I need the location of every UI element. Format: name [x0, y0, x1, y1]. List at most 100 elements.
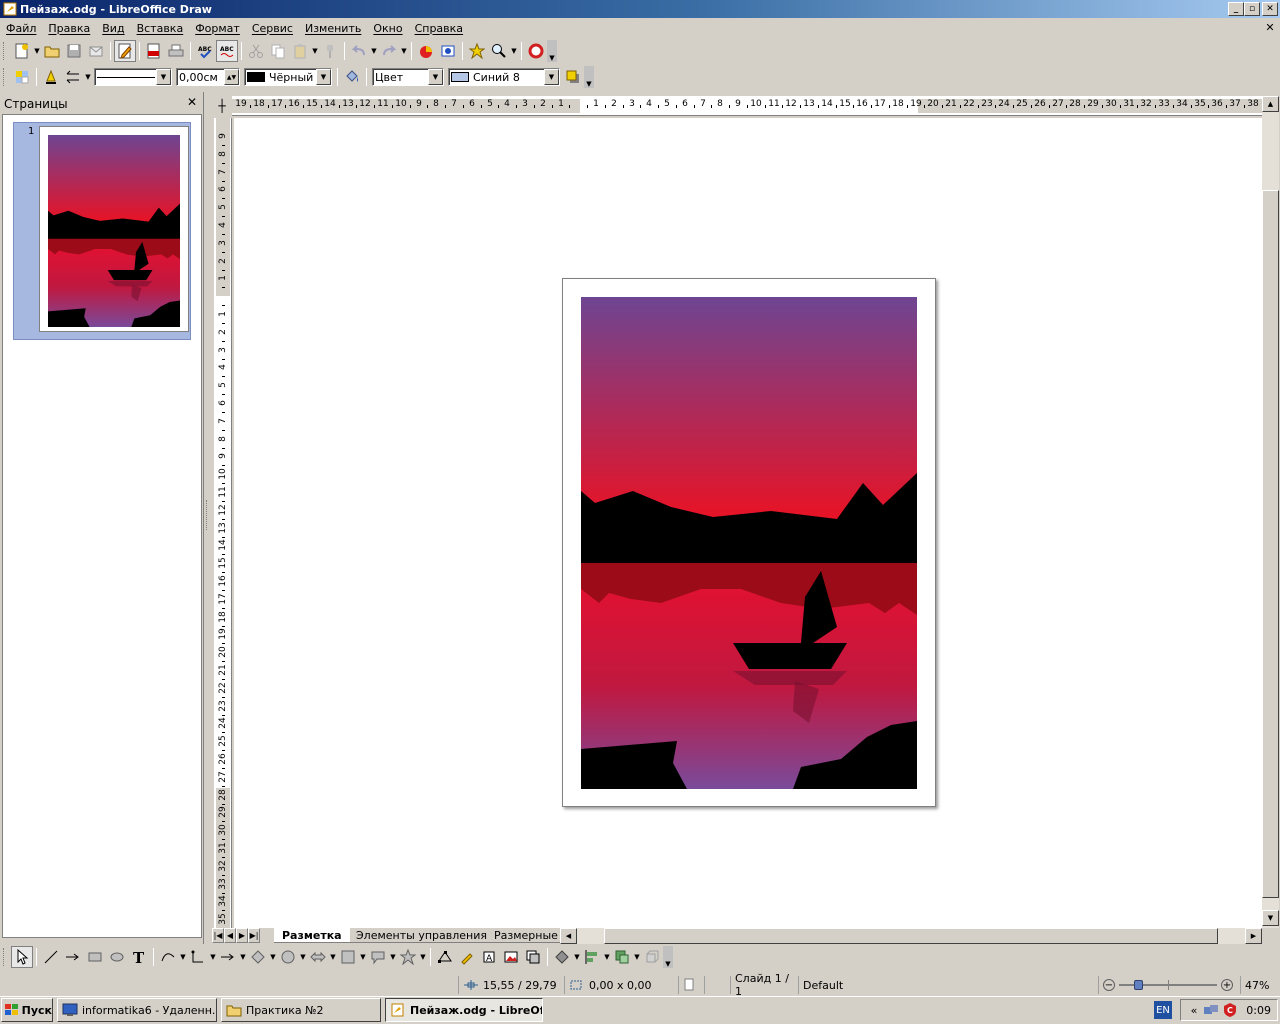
from-file-tool[interactable] [500, 946, 522, 968]
new-document-button[interactable] [11, 40, 33, 62]
callouts-tool[interactable] [367, 946, 389, 968]
gallery-button[interactable] [466, 40, 488, 62]
menu-help[interactable]: Справка [409, 22, 469, 35]
menu-modify[interactable]: Изменить [299, 22, 367, 35]
stars-tool[interactable] [397, 946, 419, 968]
vertical-ruler[interactable]: 9 8 7 6 5 4 3 2 1 1 2 3 4 5 6 7 8 9 10 11 12 13 14 15 16 17 18 19 20… [214, 118, 232, 928]
rectangle-tool[interactable] [84, 946, 106, 968]
area-fill-select[interactable]: Синий 8 ▼ [448, 68, 560, 86]
tab-controls[interactable]: Элементы управления [348, 928, 495, 943]
zoom-slider-thumb[interactable] [1134, 980, 1143, 990]
toolbar-overflow[interactable]: ▼ [584, 66, 594, 88]
arrow-style-dropdown[interactable]: ▼ [84, 66, 92, 88]
start-button[interactable]: Пуск [1, 998, 53, 1022]
drawing-page[interactable] [562, 278, 936, 807]
spin-arrows-icon[interactable]: ▲▼ [224, 69, 239, 85]
tab-layout[interactable]: Разметка [274, 928, 350, 943]
chevron-down-icon[interactable]: ▼ [544, 69, 559, 85]
menu-tools[interactable]: Сервис [246, 22, 299, 35]
language-indicator[interactable]: EN [1154, 1001, 1172, 1019]
taskbar-item-remote[interactable]: informatika6 - Удаленн... [57, 998, 217, 1022]
menu-view[interactable]: Вид [96, 22, 130, 35]
connector-dropdown[interactable]: ▼ [209, 946, 217, 968]
vertical-scrollbar[interactable]: ▲ ▼ [1262, 96, 1279, 928]
chevron-down-icon[interactable]: ▼ [316, 69, 331, 85]
vertical-scroll-thumb[interactable] [1262, 190, 1279, 898]
maximize-button[interactable]: ▫ [1244, 2, 1260, 16]
zoom-out-icon[interactable]: − [1103, 979, 1115, 991]
export-pdf-button[interactable] [143, 40, 165, 62]
menu-insert[interactable]: Вставка [131, 22, 190, 35]
flowchart-dropdown[interactable]: ▼ [359, 946, 367, 968]
horizontal-scroll-thumb[interactable] [604, 928, 1218, 944]
zoom-button[interactable] [488, 40, 510, 62]
email-button[interactable] [85, 40, 107, 62]
symbol-shapes-tool[interactable] [277, 946, 299, 968]
open-button[interactable] [41, 40, 63, 62]
print-button[interactable] [165, 40, 187, 62]
callouts-dropdown[interactable]: ▼ [389, 946, 397, 968]
lines-arrows-dropdown[interactable]: ▼ [239, 946, 247, 968]
close-button[interactable]: ✕ [1262, 2, 1278, 16]
ellipse-tool[interactable] [106, 946, 128, 968]
points-tool[interactable] [434, 946, 456, 968]
chevron-down-icon[interactable]: ▼ [428, 69, 443, 85]
toolbar-overflow[interactable]: ▼ [663, 946, 673, 968]
line-arrow-tool[interactable] [62, 946, 84, 968]
menu-window[interactable]: Окно [367, 22, 408, 35]
horizontal-scrollbar[interactable]: ◀ ▶ [560, 928, 1262, 944]
zoom-in-icon[interactable]: + [1221, 979, 1233, 991]
antivirus-icon[interactable]: C [1222, 1002, 1238, 1018]
arrow-style-button[interactable] [62, 66, 84, 88]
menu-file[interactable]: Файл [0, 22, 42, 35]
prev-tab-button[interactable]: ◀ [224, 928, 236, 943]
align-dropdown[interactable]: ▼ [603, 946, 611, 968]
paste-button[interactable] [289, 40, 311, 62]
undo-button[interactable] [348, 40, 370, 62]
scroll-left-button[interactable]: ◀ [560, 928, 577, 944]
undo-dropdown[interactable]: ▼ [370, 40, 378, 62]
toolbar-grip[interactable] [3, 68, 7, 86]
new-document-dropdown[interactable]: ▼ [33, 40, 41, 62]
close-document-button[interactable]: ✕ [1264, 21, 1276, 35]
signature-indicator[interactable] [704, 976, 730, 994]
last-tab-button[interactable]: ▶| [248, 928, 260, 943]
rotate-dropdown[interactable]: ▼ [573, 946, 581, 968]
landscape-drawing[interactable] [580, 297, 918, 789]
scroll-right-button[interactable]: ▶ [1245, 928, 1262, 944]
taskbar-item-draw[interactable]: Пейзаж.odg - LibreOf... [385, 998, 543, 1022]
toolbar-overflow[interactable]: ▼ [547, 40, 557, 62]
symbol-shapes-dropdown[interactable]: ▼ [299, 946, 307, 968]
navigator-button[interactable] [437, 40, 459, 62]
chart-button[interactable] [415, 40, 437, 62]
line-button[interactable] [40, 66, 62, 88]
spellcheck-button[interactable]: ABC [194, 40, 216, 62]
line-color-select[interactable]: Чёрный ▼ [244, 68, 332, 86]
line-width-spinbox[interactable]: 0,00см ▲▼ [176, 68, 240, 86]
gallery-tool[interactable] [522, 946, 544, 968]
autospellcheck-button[interactable]: ABC [216, 40, 238, 62]
copy-button[interactable] [267, 40, 289, 62]
curve-tool[interactable] [157, 946, 179, 968]
toolbar-grip[interactable] [3, 948, 7, 966]
align-tool[interactable] [581, 946, 603, 968]
cut-button[interactable] [245, 40, 267, 62]
paste-dropdown[interactable]: ▼ [311, 40, 319, 62]
area-style-select[interactable]: Цвет ▼ [372, 68, 444, 86]
scroll-down-button[interactable]: ▼ [1262, 910, 1279, 926]
arrange-dropdown[interactable]: ▼ [633, 946, 641, 968]
clone-formatting-button[interactable] [319, 40, 341, 62]
network-icon[interactable] [1203, 1003, 1219, 1017]
help-button[interactable] [525, 40, 547, 62]
redo-button[interactable] [378, 40, 400, 62]
tab-stop-selector[interactable]: ┼ [212, 96, 232, 116]
basic-shapes-dropdown[interactable]: ▼ [269, 946, 277, 968]
tab-dimensions[interactable]: Размерные [486, 928, 566, 943]
horizontal-ruler[interactable]: 19 18 17 16 15 14 13 12 11 10 9 8 7 6 5 4 3 2 1 1 2 3 4 5 6 7 8 9 10… [232, 96, 1262, 116]
save-button[interactable] [63, 40, 85, 62]
line-style-select[interactable]: ▼ [94, 68, 172, 86]
edit-mode-button[interactable] [114, 40, 136, 62]
page-thumbnail[interactable] [39, 126, 189, 332]
fontwork-tool[interactable]: A [478, 946, 500, 968]
line-tool[interactable] [40, 946, 62, 968]
